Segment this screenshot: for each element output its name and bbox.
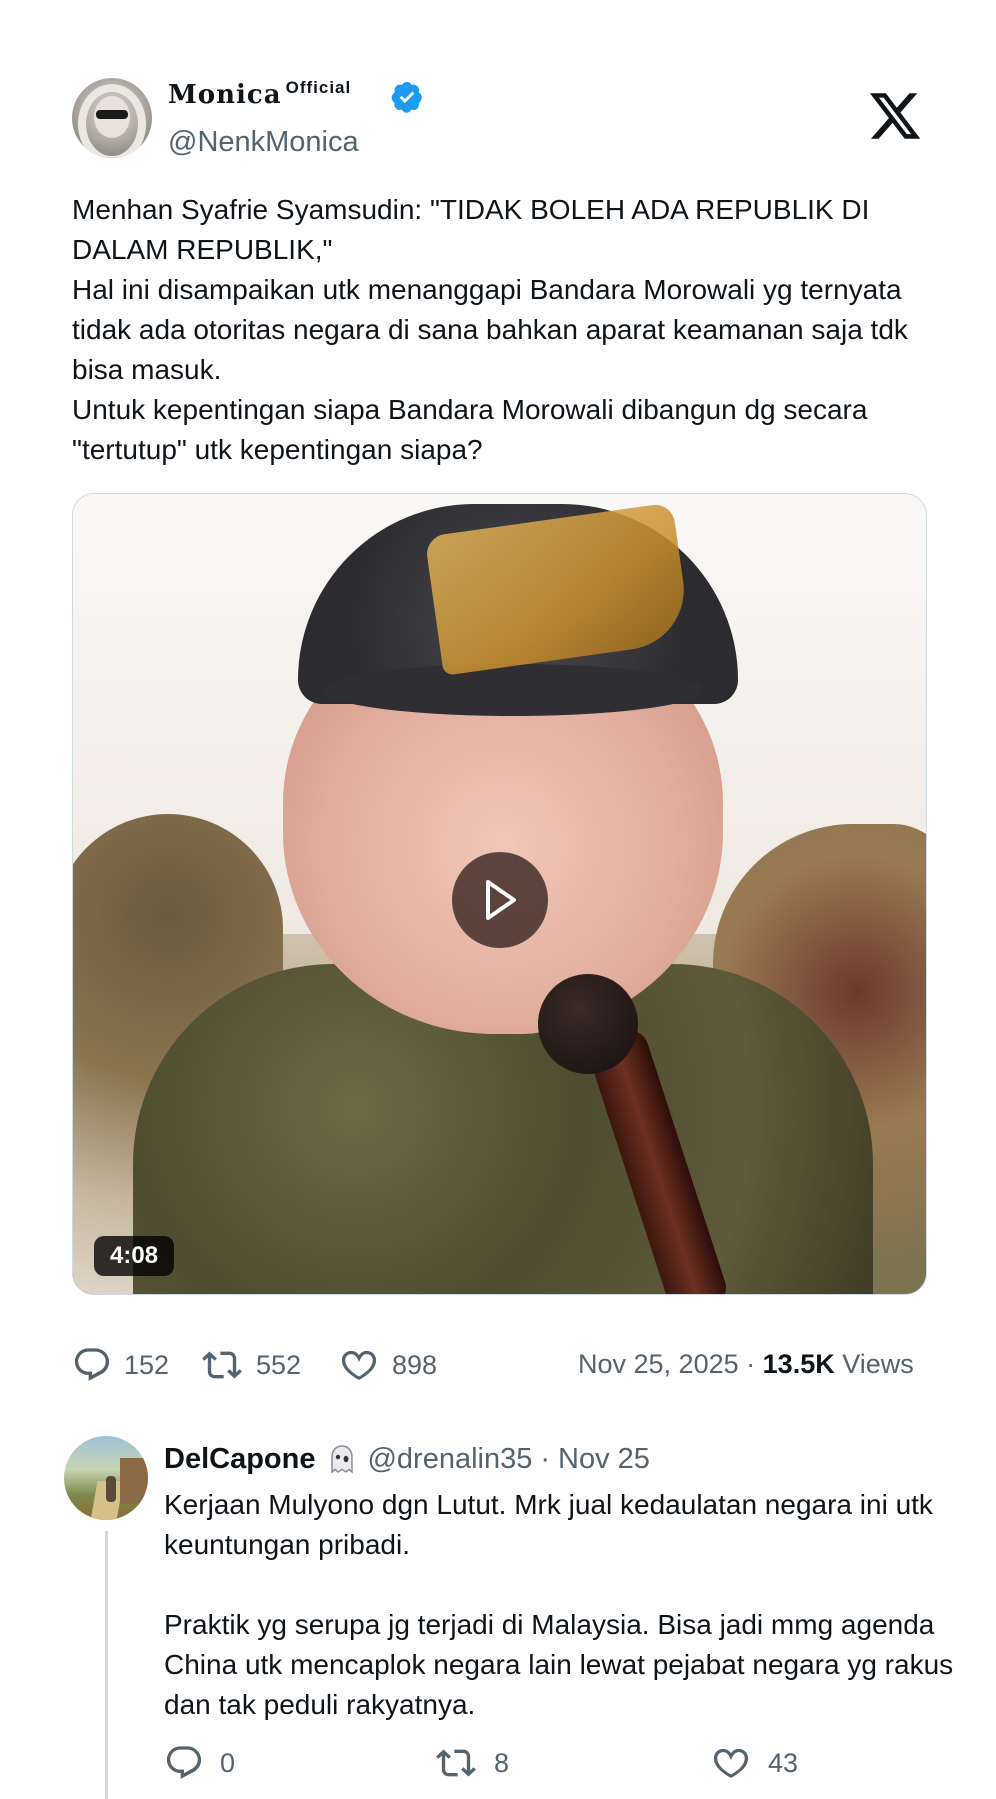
tweet-text-line: Untuk kepentingan siapa Bandara Morowali… (72, 394, 868, 465)
reply-retweet-button[interactable]: 8 (434, 1743, 509, 1783)
reply-reply-button[interactable]: 0 (164, 1743, 235, 1783)
reply-paragraph: Praktik yg serupa jg terjadi di Malaysia… (164, 1609, 954, 1720)
video-duration-badge: 4:08 (94, 1236, 175, 1276)
verified-badge-icon (391, 81, 422, 113)
reply-paragraph: Kerjaan Mulyono dgn Lutut. Mrk jual keda… (164, 1489, 933, 1560)
reply-header: DelCapone @drenalin35 · Nov 25 (164, 1443, 650, 1476)
like-button[interactable]: 898 (338, 1345, 437, 1385)
reply-icon (166, 1746, 202, 1779)
author-display-name[interactable]: Monica Official (168, 78, 351, 110)
reply-author-name[interactable]: DelCapone (164, 1443, 315, 1476)
meta-separator: · (746, 1349, 756, 1379)
tweet-text-line: Menhan Syafrie Syamsudin: "TIDAK BOLEH A… (72, 194, 870, 265)
reply-text: Kerjaan Mulyono dgn Lutut. Mrk jual keda… (164, 1485, 964, 1725)
retweet-icon (202, 1351, 242, 1379)
tweet-text: Menhan Syafrie Syamsudin: "TIDAK BOLEH A… (72, 190, 942, 470)
play-icon (486, 880, 516, 920)
reply-separator: · (540, 1443, 551, 1475)
heart-icon (341, 1350, 377, 1380)
reply-icon (74, 1348, 110, 1381)
retweet-icon (436, 1749, 476, 1777)
reply-author-handle[interactable]: @drenalin35 (367, 1443, 532, 1476)
heart-icon (713, 1748, 749, 1778)
author-avatar[interactable] (72, 78, 152, 158)
like-count: 898 (392, 1349, 438, 1380)
thread-line (105, 1531, 108, 1799)
reply-like-count: 43 (768, 1747, 799, 1778)
tweet-meta: Nov 25, 2025 · 13.5K Views (578, 1349, 914, 1380)
tweet-date[interactable]: Nov 25, 2025 (578, 1349, 739, 1379)
author-name-text: Monica (168, 80, 282, 110)
x-logo-icon[interactable] (866, 88, 924, 144)
reply-reply-count: 0 (220, 1747, 236, 1778)
views-count: 13.5K (762, 1349, 835, 1379)
views-label: Views (842, 1349, 914, 1379)
reply-button[interactable]: 152 (72, 1345, 169, 1385)
reply-count: 152 (124, 1349, 170, 1380)
tweet-text-line: Hal ini disampaikan utk menanggapi Banda… (72, 274, 908, 385)
reply-retweet-count: 8 (494, 1747, 510, 1778)
author-name-suffix: Official (285, 78, 352, 97)
author-handle[interactable]: @NenkMonica (168, 126, 359, 159)
retweet-count: 552 (256, 1349, 302, 1380)
reply-like-button[interactable]: 43 (710, 1743, 798, 1783)
play-button[interactable] (452, 852, 548, 948)
reply-date[interactable]: Nov 25 (558, 1443, 650, 1476)
retweet-button[interactable]: 552 (200, 1345, 301, 1385)
ghost-icon (331, 1444, 354, 1474)
reply-author-avatar[interactable] (64, 1436, 148, 1520)
